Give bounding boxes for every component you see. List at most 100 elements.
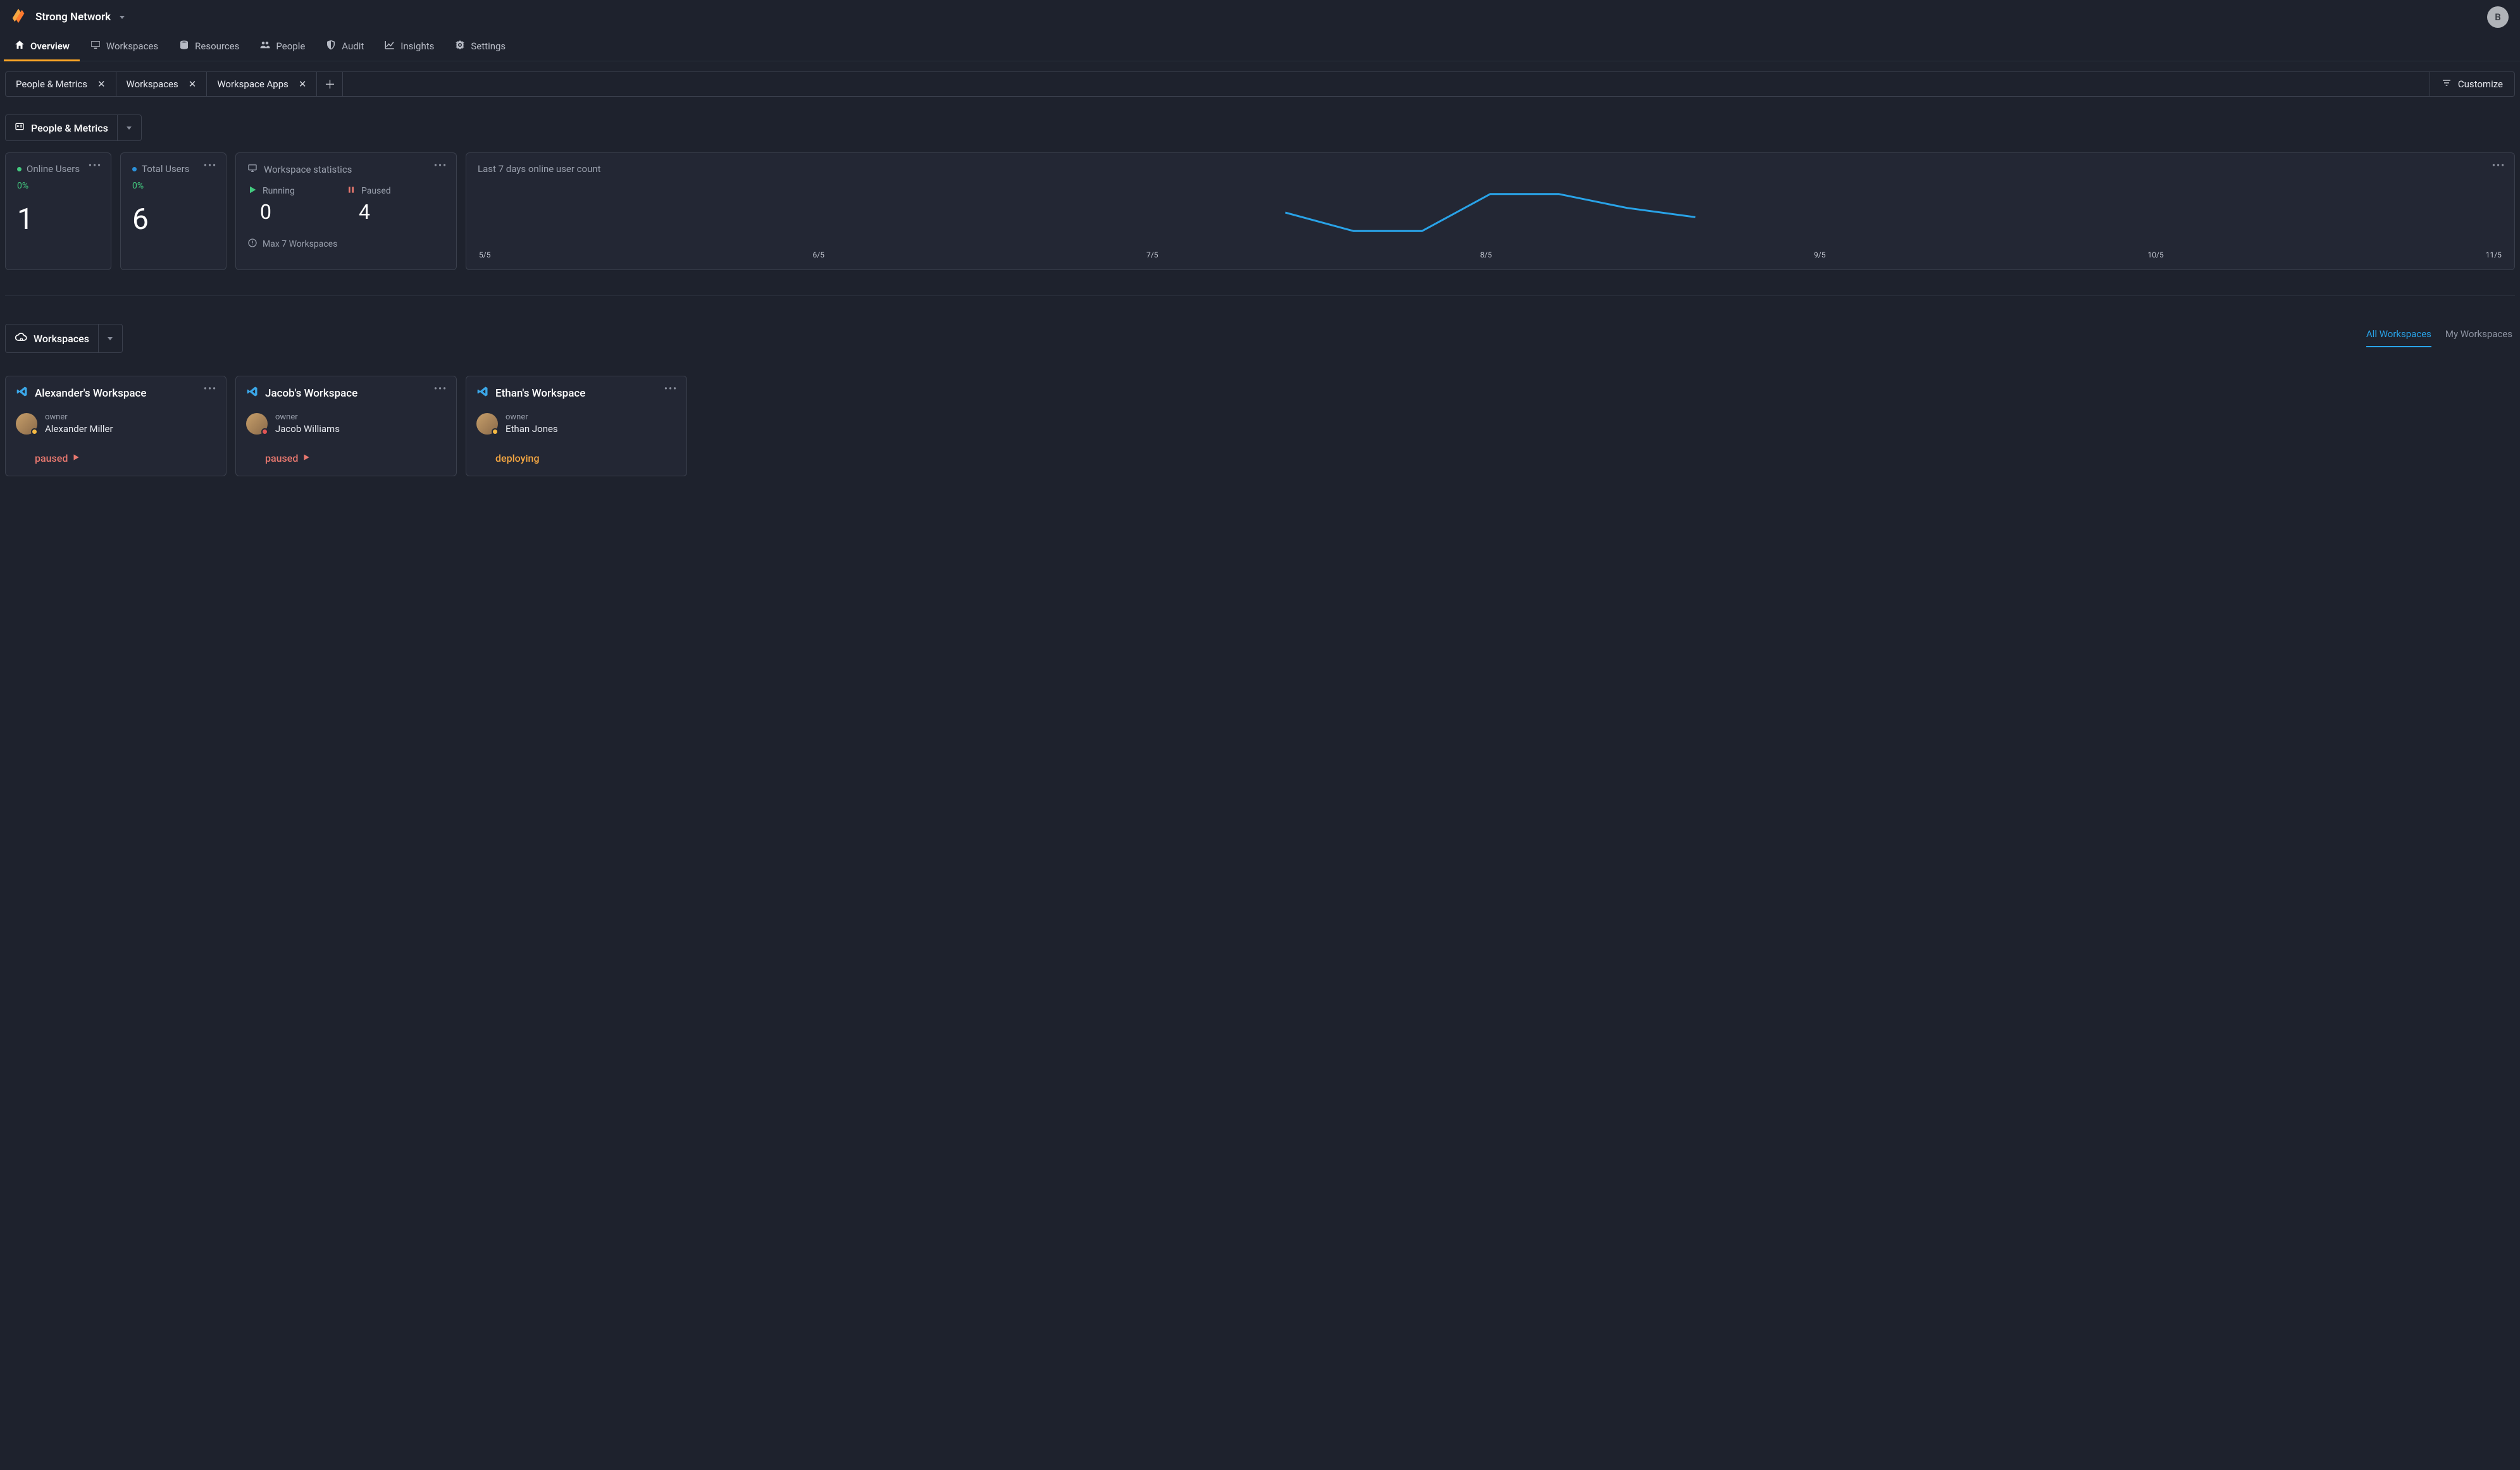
section-title-button[interactable]: Workspaces — [5, 324, 99, 353]
presence-dot-icon — [261, 428, 268, 435]
brand-name: Strong Network — [35, 11, 111, 23]
status-text: deploying — [495, 452, 540, 464]
stat-paused: Paused 4 — [346, 185, 445, 224]
nav-label: Workspaces — [106, 40, 158, 52]
section-selector-people-metrics: People & Metrics — [5, 114, 142, 141]
user-avatar[interactable]: B — [2487, 6, 2509, 28]
max-label: Max 7 Workspaces — [263, 239, 337, 249]
chart-x-axis: 5/56/57/58/59/510/511/5 — [478, 247, 2503, 259]
filter-icon — [2442, 78, 2452, 90]
alert-circle-icon — [247, 238, 258, 250]
brand[interactable]: Strong Network — [9, 6, 126, 28]
workspace-status[interactable]: deploying — [495, 452, 676, 464]
section-title-button[interactable]: People & Metrics — [5, 114, 118, 141]
card-percent: 0% — [132, 181, 214, 191]
workspace-title: Jacob's Workspace — [265, 387, 357, 400]
card-menu-button[interactable]: ••• — [664, 384, 678, 394]
dashboard-tab-spacer — [342, 71, 2430, 97]
chart-area: 5/56/57/58/59/510/511/5 — [478, 181, 2503, 259]
x-tick-label: 6/5 — [813, 250, 824, 259]
dashboard-tab-workspaces[interactable]: Workspaces ✕ — [116, 71, 208, 97]
nav-overview[interactable]: Overview — [4, 33, 80, 61]
play-icon — [247, 185, 258, 197]
card-menu-button[interactable]: ••• — [434, 161, 447, 171]
chart-line-icon — [384, 39, 395, 53]
brand-logo-icon — [9, 6, 28, 28]
workspace-card[interactable]: ••• Jacob's Workspace ownerJacob Williams p… — [235, 376, 457, 476]
card-menu-button[interactable]: ••• — [2492, 161, 2505, 171]
card-percent: 0% — [17, 181, 99, 191]
nav-people[interactable]: People — [249, 33, 315, 61]
brand-dropdown-icon[interactable] — [118, 13, 126, 21]
nav-label: Insights — [400, 40, 434, 52]
dashboard-tab-workspace-apps[interactable]: Workspace Apps ✕ — [206, 71, 317, 97]
workspace-card[interactable]: •••Alexander's Workspace ownerAlexander M… — [5, 376, 227, 476]
close-icon[interactable]: ✕ — [189, 78, 197, 90]
close-icon[interactable]: ✕ — [299, 78, 307, 90]
tab-all-workspaces[interactable]: All Workspaces — [2366, 328, 2431, 347]
nav-audit[interactable]: Audit — [315, 33, 374, 61]
section-title: Workspaces — [34, 333, 89, 345]
card-online-users: ••• Online Users 0% 1 — [5, 152, 111, 270]
x-tick-label: 5/5 — [479, 250, 490, 259]
card-menu-button[interactable]: ••• — [204, 161, 217, 171]
nav-resources[interactable]: Resources — [168, 33, 249, 61]
nav-label: Settings — [471, 40, 506, 52]
section-dropdown-button[interactable] — [99, 324, 123, 353]
workspace-owner: ownerEthan Jones — [476, 412, 676, 435]
x-tick-label: 9/5 — [1814, 250, 1825, 259]
workspace-owner: ownerAlexander Miller — [16, 412, 216, 435]
workspace-status[interactable]: paused — [265, 452, 446, 464]
nav-insights[interactable]: Insights — [374, 33, 444, 61]
stat-label: Paused — [361, 186, 391, 196]
shield-icon — [325, 39, 337, 53]
owner-role: owner — [45, 412, 113, 422]
card-title-row: Workspace statistics — [247, 163, 445, 176]
presence-dot-icon — [31, 428, 38, 435]
nav-workspaces[interactable]: Workspaces — [80, 33, 168, 61]
stat-value: 0 — [260, 200, 346, 224]
monitor-icon — [247, 163, 258, 176]
workspace-title: Ethan's Workspace — [495, 387, 585, 400]
chip-label: People & Metrics — [16, 78, 87, 90]
card-menu-button[interactable]: ••• — [204, 384, 217, 394]
nav-label: People — [276, 40, 305, 52]
card-value: 1 — [17, 202, 99, 237]
status-dot-icon — [17, 167, 22, 171]
owner-name: Alexander Miller — [45, 423, 113, 435]
stat-max-workspaces: Max 7 Workspaces — [247, 238, 445, 250]
tab-my-workspaces[interactable]: My Workspaces — [2445, 328, 2512, 347]
chip-label: Workspace Apps — [217, 78, 289, 90]
workspace-card[interactable]: ••• Ethan's Workspace ownerEthan Jones depl… — [466, 376, 687, 476]
chevron-down-icon — [125, 124, 133, 132]
workspace-filter-tabs: All Workspaces My Workspaces — [2366, 328, 2512, 347]
section-dropdown-button[interactable] — [118, 114, 142, 141]
plus-icon: ＋ — [324, 76, 335, 92]
workspace-cards-row: •••Alexander's WorkspaceownerAlexander M… — [0, 364, 2520, 476]
card-menu-button[interactable]: ••• — [434, 384, 447, 394]
owner-role: owner — [275, 412, 340, 422]
owner-avatar — [246, 413, 268, 435]
nav-settings[interactable]: Settings — [444, 33, 516, 61]
close-icon[interactable]: ✕ — [97, 78, 106, 90]
people-icon — [259, 39, 271, 53]
monitor-icon — [90, 39, 101, 53]
card-label: Online Users — [17, 163, 99, 175]
add-dashboard-tab-button[interactable]: ＋ — [316, 71, 343, 97]
workspace-title-row: Alexander's Workspace — [16, 385, 216, 401]
nav-label: Resources — [195, 40, 239, 52]
section-divider — [5, 295, 2515, 296]
pause-icon — [346, 185, 356, 197]
section-title: People & Metrics — [31, 122, 108, 134]
vscode-icon — [476, 385, 489, 401]
owner-name: Ethan Jones — [506, 423, 558, 435]
dashboard-tab-people-metrics[interactable]: People & Metrics ✕ — [5, 71, 116, 97]
customize-button[interactable]: Customize — [2430, 71, 2515, 97]
stat-running: Running 0 — [247, 185, 346, 224]
card-workspace-statistics: ••• Workspace statistics Running 0 Pause… — [235, 152, 457, 270]
owner-name: Jacob Williams — [275, 423, 340, 435]
customize-label: Customize — [2458, 78, 2503, 90]
workspace-status[interactable]: paused — [35, 452, 216, 464]
x-tick-label: 11/5 — [2486, 250, 2502, 259]
card-menu-button[interactable]: ••• — [89, 161, 102, 171]
